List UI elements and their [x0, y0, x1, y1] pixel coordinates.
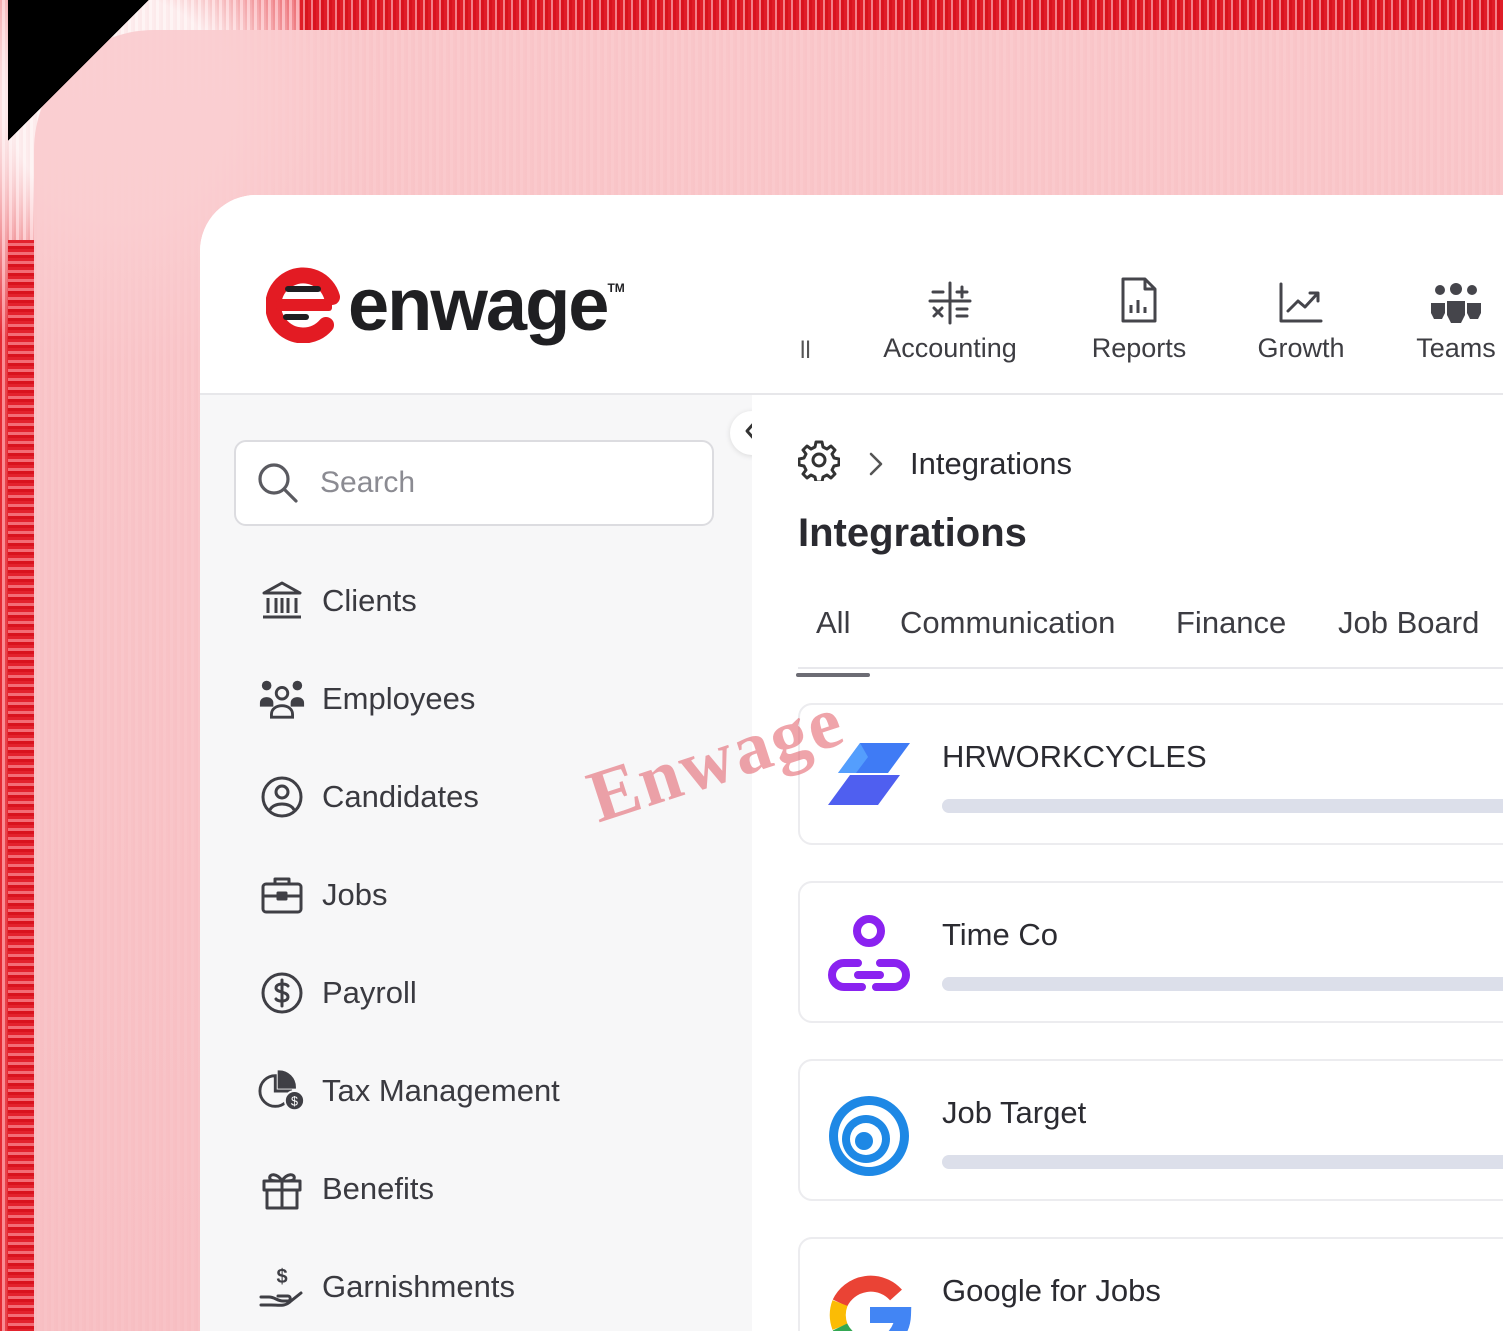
growth-chart-icon	[1248, 267, 1354, 325]
top-header: enwage TM ll Accounting Reports Growth T…	[200, 195, 1503, 395]
sidebar-item-label: Candidates	[322, 779, 479, 814]
tab-finance[interactable]: Finance	[1176, 605, 1286, 641]
integration-card-google-for-jobs[interactable]: Google for Jobs	[798, 1237, 1503, 1331]
topnav-growth[interactable]: Growth	[1248, 267, 1354, 364]
topnav-growth-label: Growth	[1257, 333, 1345, 363]
sidebar-item-tax-management[interactable]: $ Tax Management	[258, 1061, 560, 1121]
sidebar-item-candidates[interactable]: Candidates	[258, 767, 479, 827]
logo-trademark: TM	[607, 281, 625, 295]
sidebar-item-garnishments[interactable]: $ Garnishments	[258, 1257, 515, 1317]
svg-text:$: $	[291, 1094, 298, 1108]
calculator-icon	[876, 267, 1024, 325]
gift-icon	[258, 1165, 306, 1213]
integration-name: Google for Jobs	[942, 1273, 1161, 1308]
integration-name: Job Target	[942, 1095, 1087, 1130]
hand-money-icon: $	[258, 1263, 306, 1311]
breadcrumb: Integrations	[797, 439, 1072, 489]
topnav-accounting[interactable]: Accounting	[876, 267, 1024, 364]
search-box[interactable]	[234, 440, 714, 526]
category-tabs: All Communication Finance Job Board	[795, 605, 1503, 677]
sidebar-item-label: Jobs	[322, 877, 388, 912]
background-corner	[8, 0, 218, 160]
integration-description-placeholder	[942, 799, 1503, 813]
chevron-right-icon	[868, 451, 884, 477]
integration-card-time-co[interactable]: Time Co	[798, 881, 1503, 1023]
app-window: enwage TM ll Accounting Reports Growth T…	[200, 195, 1503, 1331]
user-circle-icon	[258, 773, 306, 821]
briefcase-icon	[258, 871, 306, 919]
integration-name: HRWORKCYCLES	[942, 739, 1207, 774]
sidebar-item-label: Tax Management	[322, 1073, 560, 1108]
main-content: Integrations Integrations All Communicat…	[752, 395, 1503, 1331]
tab-all[interactable]: All	[795, 605, 872, 677]
logo-wordmark: enwage	[348, 263, 609, 346]
topnav-teams-label: Teams	[1416, 333, 1496, 363]
enwage-logo-icon	[265, 267, 342, 344]
tab-job-board[interactable]: Job Board	[1338, 605, 1479, 641]
search-input[interactable]	[318, 465, 682, 501]
tax-pie-icon: $	[258, 1067, 306, 1115]
integration-card-hrworkcycles[interactable]: HRWORKCYCLES	[798, 703, 1503, 845]
google-logo	[824, 1269, 914, 1331]
dollar-circle-icon	[258, 969, 306, 1017]
bank-icon	[258, 577, 306, 625]
integration-name: Time Co	[942, 917, 1058, 952]
sidebar-item-label: Clients	[322, 583, 417, 618]
sidebar-item-employees[interactable]: Employees	[258, 669, 475, 729]
svg-text:$: $	[276, 1266, 287, 1288]
breadcrumb-current: Integrations	[910, 446, 1072, 481]
integration-description-placeholder	[942, 977, 1503, 991]
topnav-reports[interactable]: Reports	[1084, 267, 1194, 364]
sidebar: Clients Employees	[200, 395, 752, 1331]
sidebar-item-jobs[interactable]: Jobs	[258, 865, 387, 925]
sidebar-item-payroll[interactable]: Payroll	[258, 963, 417, 1023]
sidebar-item-benefits[interactable]: Benefits	[258, 1159, 434, 1219]
sidebar-item-label: Employees	[322, 681, 476, 716]
enwage-logo[interactable]: enwage TM	[265, 263, 625, 346]
topnav-reports-label: Reports	[1091, 333, 1187, 363]
report-file-icon	[1084, 267, 1194, 325]
jobtarget-logo	[824, 1091, 914, 1181]
integration-card-job-target[interactable]: Job Target	[798, 1059, 1503, 1201]
settings-gear-icon[interactable]	[797, 439, 841, 489]
background-strip-top	[300, 0, 1503, 30]
sidebar-item-label: Garnishments	[322, 1269, 515, 1304]
top-navigation: Accounting Reports Growth Teams	[798, 267, 1503, 377]
tab-communication[interactable]: Communication	[900, 605, 1115, 641]
sidebar-item-label: Payroll	[322, 975, 417, 1010]
search-icon	[256, 461, 300, 505]
background-strip-left	[8, 240, 36, 1331]
page-title: Integrations	[798, 511, 1027, 555]
team-icon	[1406, 267, 1503, 325]
timeco-logo	[824, 913, 914, 1003]
topnav-accounting-label: Accounting	[883, 333, 1017, 363]
sidebar-item-label: Benefits	[322, 1171, 435, 1206]
sidebar-item-clients[interactable]: Clients	[258, 571, 417, 631]
topnav-teams[interactable]: Teams	[1406, 267, 1503, 364]
employees-icon	[258, 675, 306, 723]
integration-description-placeholder	[942, 1155, 1503, 1169]
